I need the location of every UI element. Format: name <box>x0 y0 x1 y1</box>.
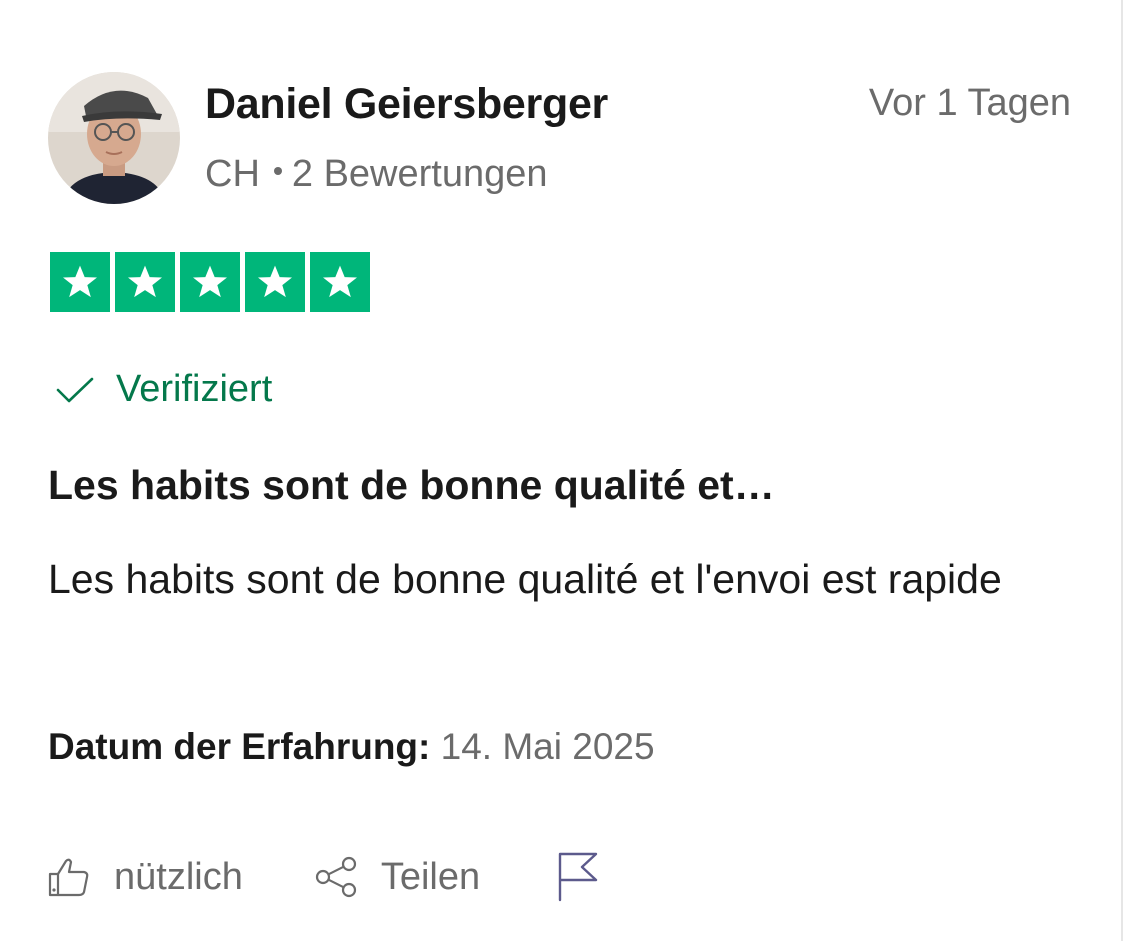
review-card: Daniel Geiersberger Vor 1 Tagen CH 2 Bew… <box>0 0 1123 941</box>
star-rating <box>50 252 370 312</box>
share-label: Teilen <box>380 855 481 898</box>
reviewer-meta: CH 2 Bewertungen <box>205 153 548 196</box>
report-button[interactable] <box>556 852 600 902</box>
verified-badge[interactable]: Verifiziert <box>56 368 272 411</box>
experience-date: Datum der Erfahrung: 14. Mai 2025 <box>48 726 655 768</box>
star-icon <box>245 252 305 312</box>
star-icon <box>115 252 175 312</box>
review-title[interactable]: Les habits sont de bonne qualité et… <box>48 462 775 509</box>
review-date: Vor 1 Tagen <box>868 82 1071 124</box>
reviewer-review-count[interactable]: 2 Bewertungen <box>292 153 548 196</box>
review-actions: nützlich Teilen <box>48 852 600 902</box>
experience-date-value: 14. Mai 2025 <box>440 726 655 767</box>
reviewer-name[interactable]: Daniel Geiersberger <box>205 80 608 129</box>
reviewer-country: CH <box>205 153 260 195</box>
check-icon <box>56 377 94 402</box>
separator-dot <box>273 166 282 175</box>
star-icon <box>180 252 240 312</box>
verified-label: Verifiziert <box>116 368 273 410</box>
star-icon <box>50 252 110 312</box>
share-button[interactable]: Teilen <box>315 856 480 899</box>
review-body: Les habits sont de bonne qualité et l'en… <box>48 556 1002 602</box>
avatar[interactable] <box>48 72 180 204</box>
avatar-photo <box>48 72 180 204</box>
experience-date-label: Datum der Erfahrung: <box>48 726 431 767</box>
useful-label: nützlich <box>114 855 243 898</box>
useful-button[interactable]: nützlich <box>48 856 243 899</box>
thumbs-up-icon <box>48 858 89 897</box>
flag-icon <box>558 852 598 902</box>
star-icon <box>310 252 370 312</box>
share-icon <box>315 856 356 898</box>
